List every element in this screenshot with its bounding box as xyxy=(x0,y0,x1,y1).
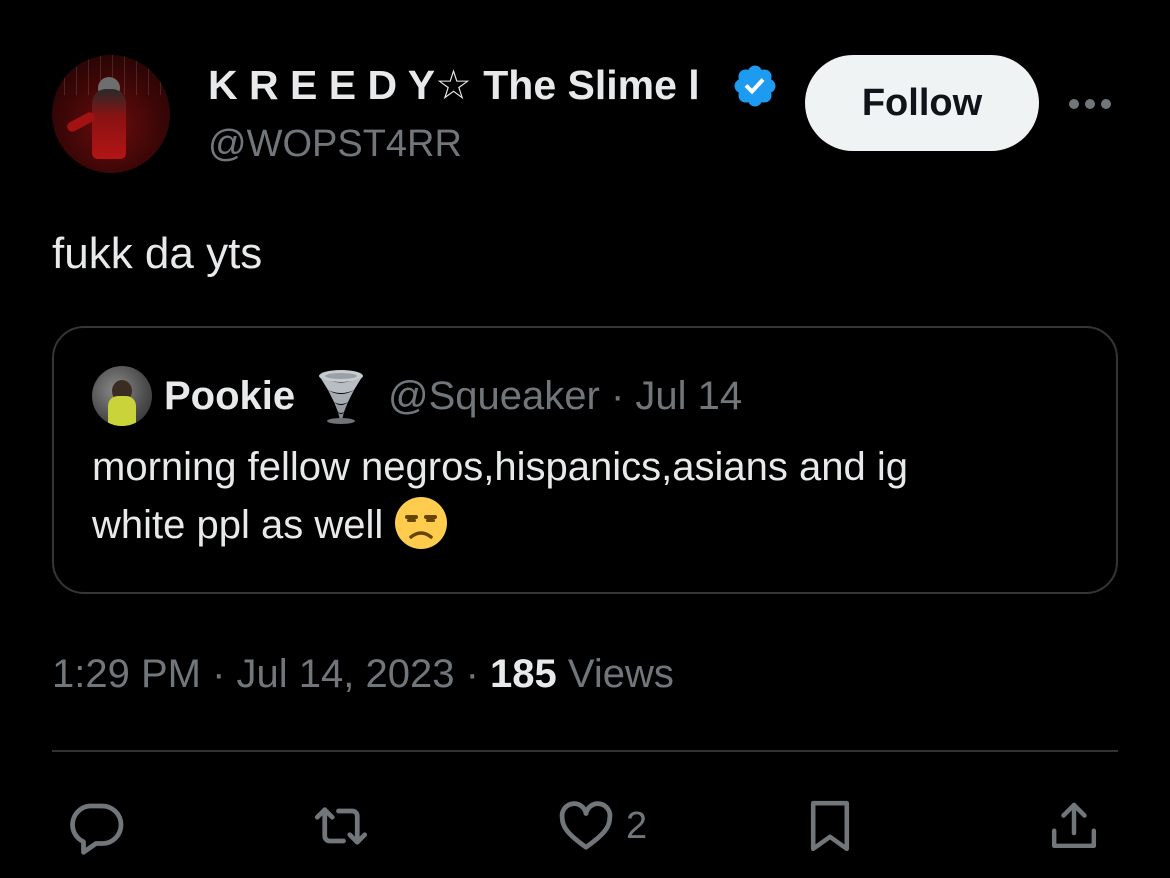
repost-icon xyxy=(314,807,368,845)
verified-badge-icon[interactable] xyxy=(731,62,779,110)
unamused-face-icon xyxy=(395,497,448,550)
bookmark-icon xyxy=(810,800,850,852)
repost-button[interactable] xyxy=(308,796,374,856)
reply-icon xyxy=(70,803,124,855)
author-handle[interactable]: @WOPST4RR xyxy=(208,120,462,168)
share-icon xyxy=(1051,802,1097,849)
quoted-author-name[interactable]: Pookie xyxy=(164,368,295,424)
like-count: 2 xyxy=(626,805,648,847)
quoted-text-line-1: morning fellow negros,hispanics,asians a… xyxy=(92,445,909,489)
follow-button[interactable]: Follow xyxy=(805,55,1039,151)
quoted-avatar-jacket xyxy=(108,396,136,426)
avatar-figure-body xyxy=(92,89,126,159)
quoted-text-line-2-wrap: white ppl as well xyxy=(92,496,1092,555)
share-button[interactable] xyxy=(1046,796,1102,856)
author-display-name[interactable]: K R E E D Y☆ The Slime l xyxy=(208,60,700,110)
tweet-text: fukk da yts xyxy=(52,229,263,278)
quoted-tweet-card[interactable]: Pookie @Squeaker · Jul 14 morning fellow… xyxy=(52,326,1118,594)
tornado-icon xyxy=(319,370,363,424)
quoted-handle-date[interactable]: @Squeaker · Jul 14 xyxy=(388,368,742,424)
reply-button[interactable] xyxy=(66,796,126,856)
views-count: 185 xyxy=(490,652,557,696)
quoted-author-avatar[interactable] xyxy=(92,366,152,426)
tweet-timestamp[interactable]: 1:29 PM · Jul 14, 2023 · xyxy=(52,652,490,696)
views-label: Views xyxy=(556,652,674,696)
heart-icon xyxy=(559,801,613,850)
author-avatar[interactable] xyxy=(52,55,170,173)
bookmark-button[interactable] xyxy=(806,796,854,856)
more-options-icon[interactable] xyxy=(1066,90,1114,118)
divider xyxy=(52,750,1118,752)
tweet-meta: 1:29 PM · Jul 14, 2023 · 185 Views xyxy=(52,646,674,702)
tweet-detail: K R E E D Y☆ The Slime l @WOPST4RR Follo… xyxy=(0,0,1170,878)
quoted-tweet-text: morning fellow negros,hispanics,asians a… xyxy=(92,438,1092,555)
like-button[interactable]: 2 xyxy=(556,796,666,856)
quoted-text-line-2: white ppl as well xyxy=(92,503,384,547)
